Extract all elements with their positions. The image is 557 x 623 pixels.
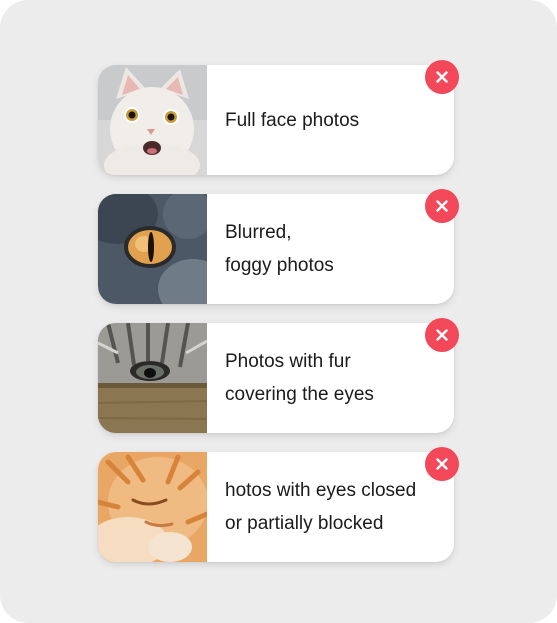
card-label-line: covering the eyes — [225, 384, 374, 405]
close-icon — [436, 200, 448, 212]
close-button[interactable] — [425, 60, 459, 94]
card-text: Blurred, foggy photos — [225, 194, 440, 304]
white-kitten-face-photo — [98, 65, 207, 175]
orange-cat-sleeping-photo — [98, 452, 207, 562]
card-label-line: Photos with fur — [225, 351, 351, 372]
rejected-photo-card-blurred: Blurred, foggy photos — [98, 189, 459, 304]
grey-cat-eye-closeup-photo — [98, 194, 207, 304]
tabby-cat-peeking-over-box-photo — [98, 323, 207, 433]
card-text: hotos with eyes closed or partially bloc… — [225, 452, 440, 562]
card-label-line: Full face photos — [225, 109, 360, 131]
card-label-line: hotos with eyes closed — [225, 480, 417, 501]
close-icon — [436, 329, 448, 341]
guidelines-panel: Full face photos Blurred, foggy photos P… — [0, 0, 557, 623]
close-icon — [436, 458, 448, 470]
card-text: Full face photos — [225, 65, 440, 175]
rejected-photo-card-eyes-closed: hotos with eyes closed or partially bloc… — [98, 447, 459, 562]
close-icon — [436, 71, 448, 83]
close-button[interactable] — [425, 189, 459, 223]
card-label-line: or partially blocked — [225, 513, 384, 534]
rejected-photo-card-full-face: Full face photos — [98, 60, 459, 175]
card-label-line: Blurred, — [225, 222, 292, 243]
close-button[interactable] — [425, 447, 459, 481]
rejected-photo-card-fur-covering: Photos with fur covering the eyes — [98, 318, 459, 433]
card-label-line: foggy photos — [225, 255, 334, 276]
card-text: Photos with fur covering the eyes — [225, 323, 440, 433]
close-button[interactable] — [425, 318, 459, 352]
